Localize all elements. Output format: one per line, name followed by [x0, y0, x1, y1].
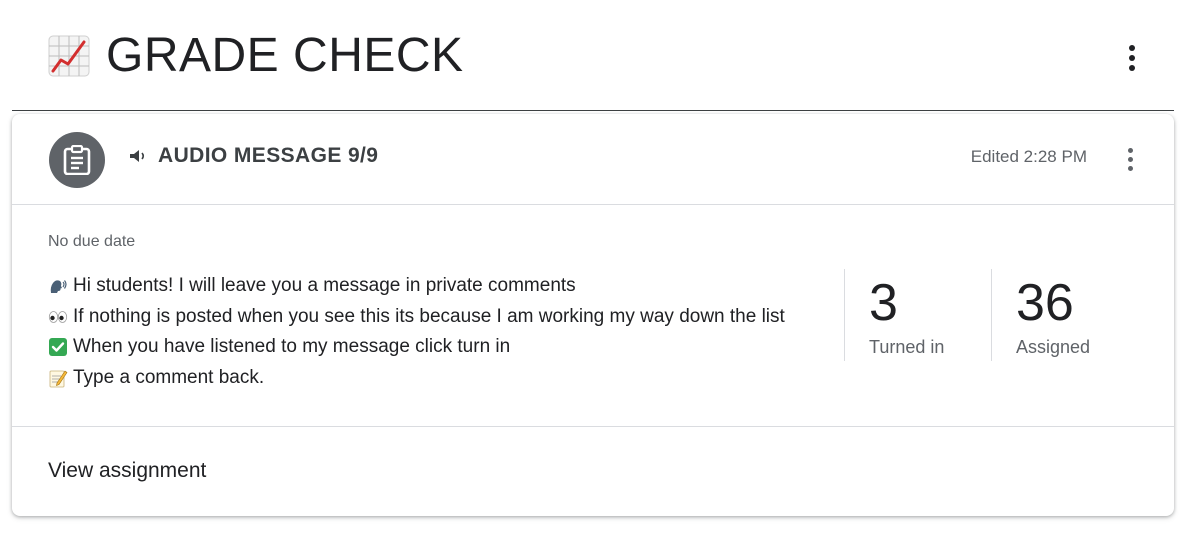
- turned-in-stat[interactable]: 3 Turned in: [844, 269, 991, 361]
- instruction-text: When you have listened to my message cli…: [73, 336, 511, 357]
- eyes-icon: [48, 310, 68, 323]
- assignment-more-options-icon[interactable]: [1110, 139, 1150, 179]
- classwork-page: GRADE CHECK AUDIO MESSAGE 9/9 Edited 2:2…: [0, 0, 1200, 552]
- instruction-text: Type a comment back.: [73, 366, 265, 388]
- assignment-clipboard-icon: [49, 132, 105, 188]
- assignment-title-text: AUDIO MESSAGE 9/9: [158, 144, 379, 167]
- assigned-stat[interactable]: 36 Assigned: [991, 269, 1138, 361]
- edited-timestamp: Edited 2:28 PM: [970, 147, 1087, 166]
- speaker-icon: [130, 150, 145, 162]
- assigned-label: Assigned: [1016, 337, 1091, 357]
- memo-icon: [49, 370, 68, 388]
- instruction-line: When you have listened to my message cli…: [48, 332, 785, 363]
- assignment-card-header[interactable]: AUDIO MESSAGE 9/9 Edited 2:28 PM: [12, 114, 1174, 205]
- speaking-head-icon: [50, 280, 67, 294]
- turned-in-label: Turned in: [869, 337, 945, 357]
- instruction-line: Type a comment back.: [48, 363, 785, 394]
- due-date: No due date: [48, 233, 136, 250]
- assignment-card: AUDIO MESSAGE 9/9 Edited 2:28 PM No due …: [12, 114, 1174, 516]
- instruction-text: Hi students! I will leave you a message …: [73, 275, 576, 296]
- instruction-line: If nothing is posted when you see this i…: [48, 302, 785, 333]
- submission-stats: 3 Turned in 36 Assigned: [844, 269, 1138, 361]
- assignment-title: AUDIO MESSAGE 9/9: [128, 144, 378, 168]
- topic-title-text: GRADE CHECK: [106, 29, 464, 82]
- topic-more-options-icon[interactable]: [1112, 38, 1152, 78]
- assignment-card-footer: View assignment: [12, 427, 1174, 515]
- topic-title: GRADE CHECK: [48, 26, 464, 86]
- instruction-text: If nothing is posted when you see this i…: [73, 305, 785, 327]
- assignment-card-body: No due date Hi students! I will leave yo…: [12, 205, 1174, 427]
- topic-header: GRADE CHECK: [12, 0, 1174, 111]
- chart-increasing-icon: [48, 35, 90, 77]
- view-assignment-link[interactable]: View assignment: [48, 459, 206, 483]
- assignment-instructions: Hi students! I will leave you a message …: [48, 271, 785, 393]
- turned-in-count: 3: [869, 274, 898, 332]
- assigned-count: 36: [1016, 274, 1074, 332]
- instruction-line: Hi students! I will leave you a message …: [48, 271, 785, 302]
- check-mark-button-icon: [49, 338, 67, 357]
